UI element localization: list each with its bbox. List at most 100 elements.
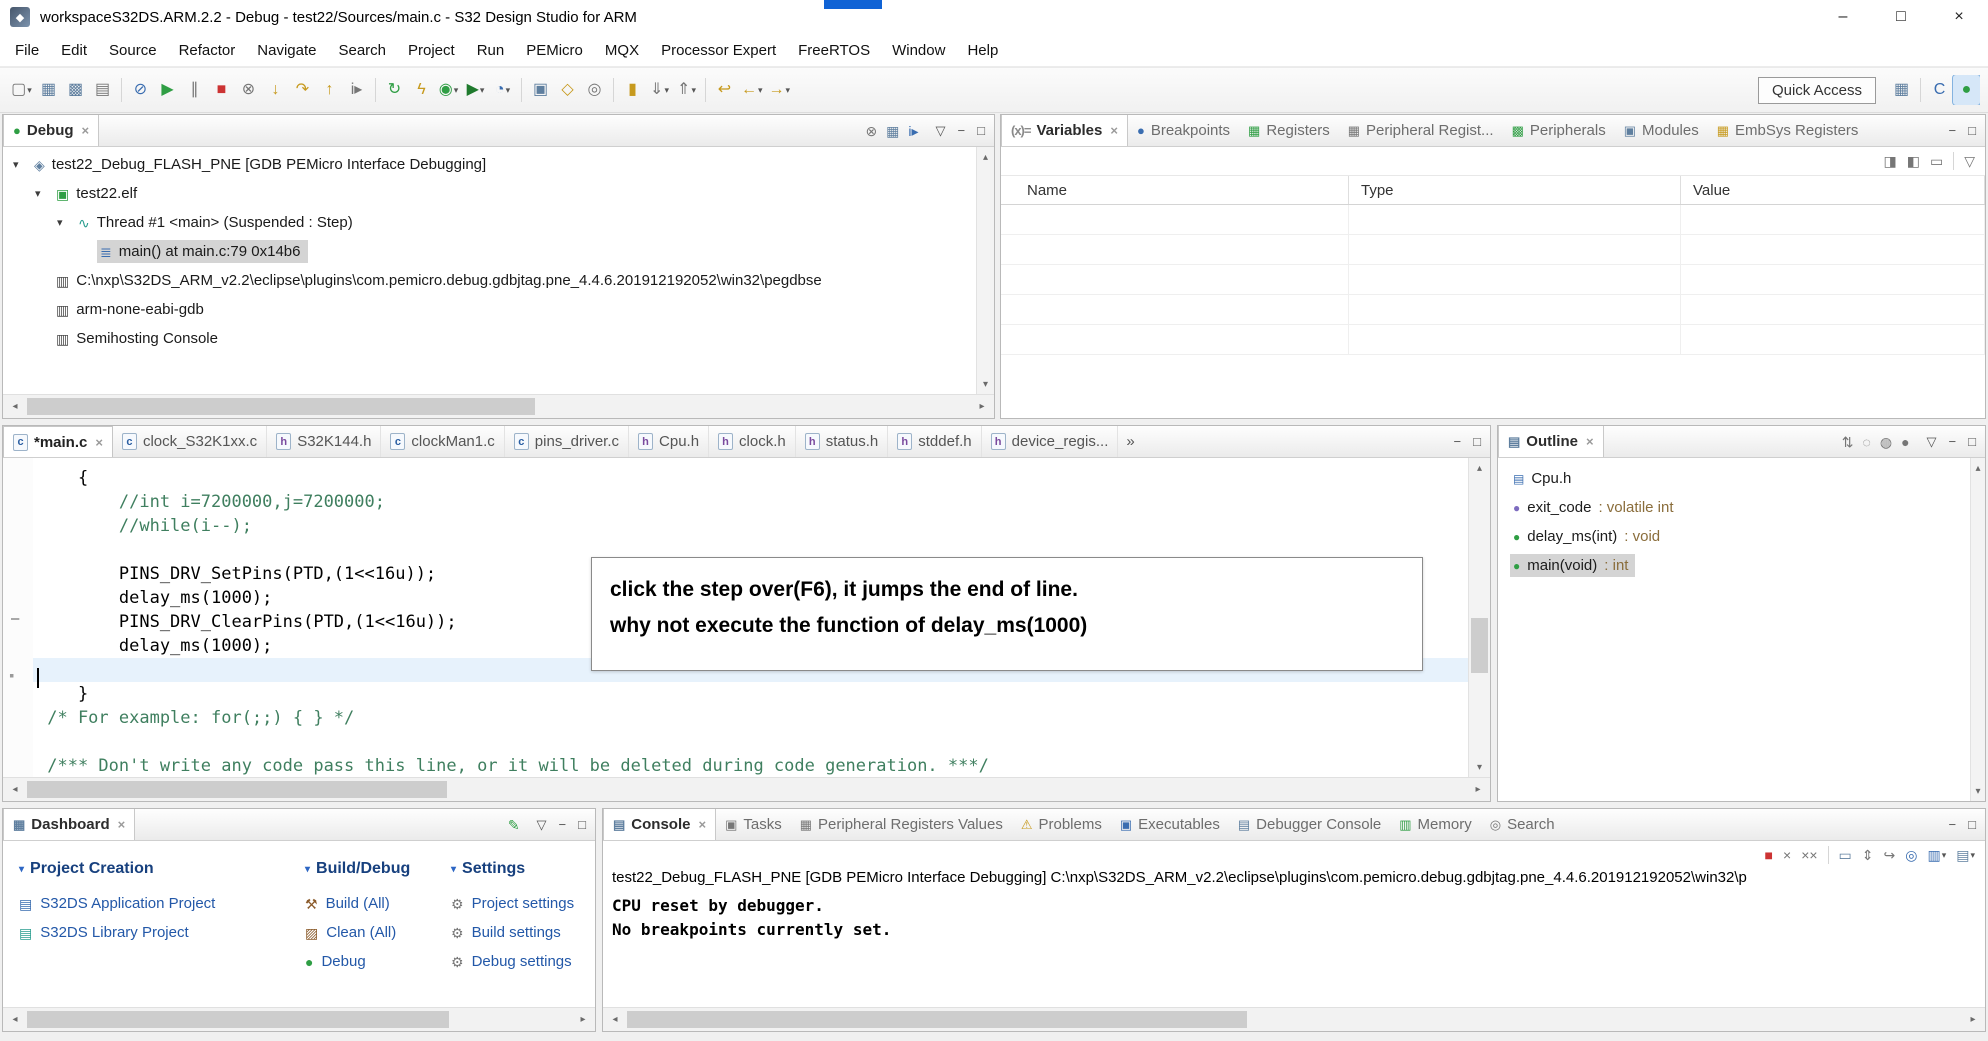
tree-item-semihosting-console[interactable]: ▥ Semihosting Console xyxy=(3,324,976,353)
step-return-icon[interactable]: ↑ xyxy=(316,75,343,105)
tree-item-stack-frame[interactable]: ≣ main() at main.c:79 0x14b6 xyxy=(3,237,976,266)
expand-arrow-icon[interactable]: ▾ xyxy=(57,216,75,229)
vertical-scrollbar[interactable]: ▴ ▾ xyxy=(1970,458,1985,801)
link-project-settings[interactable]: ⚙ Project settings xyxy=(451,889,593,918)
link-clean-all[interactable]: ▨ Clean (All) xyxy=(305,918,445,947)
scroll-down-icon[interactable]: ▾ xyxy=(1469,757,1490,777)
outline-item-delay-ms[interactable]: ● delay_ms(int) : void xyxy=(1498,522,1970,551)
close-icon[interactable]: × xyxy=(118,817,126,832)
maximize-button[interactable]: □ xyxy=(1473,435,1481,448)
show-logical-structures-icon[interactable]: ◧ xyxy=(1907,154,1920,168)
tab-registers[interactable]: ▦ Registers xyxy=(1239,115,1339,146)
tab-s32k144-h[interactable]: h S32K144.h xyxy=(267,426,382,457)
print-icon[interactable]: ▤ xyxy=(89,75,116,105)
tab-console[interactable]: ▤ Console × xyxy=(603,809,717,840)
scroll-thumb[interactable] xyxy=(1471,618,1488,673)
menu-item[interactable]: MQX xyxy=(594,42,650,59)
menu-item[interactable]: Processor Expert xyxy=(650,42,787,59)
scroll-thumb[interactable] xyxy=(27,781,447,798)
menu-item[interactable]: Source xyxy=(98,42,168,59)
dashboard-section-header[interactable]: ▾ Project Creation xyxy=(19,857,291,881)
tab-clockman1-c[interactable]: c clockMan1.c xyxy=(381,426,505,457)
minimize-button[interactable]: − xyxy=(1949,435,1957,448)
column-header-value[interactable]: Value xyxy=(1681,176,1985,204)
restart-icon[interactable]: ↻ xyxy=(381,75,408,105)
close-icon[interactable]: × xyxy=(95,435,103,450)
tree-item-launch-config[interactable]: ▾ ◈ test22_Debug_FLASH_PNE [GDB PEMicro … xyxy=(3,150,976,179)
menu-item[interactable]: Refactor xyxy=(168,42,247,59)
maximize-button[interactable]: □ xyxy=(1968,818,1976,831)
disconnect-icon[interactable]: ⊗ xyxy=(865,124,877,138)
tab-stddef-h[interactable]: h stddef.h xyxy=(888,426,982,457)
step-over-icon[interactable]: ↷ xyxy=(289,75,316,105)
mark-occurrences-icon[interactable]: ▮ xyxy=(619,75,646,105)
flash-programmer-icon[interactable]: ϟ xyxy=(408,75,435,105)
view-menu-button[interactable]: ▽ xyxy=(936,124,946,137)
tree-item-gdb[interactable]: ▥ arm-none-eabi-gdb xyxy=(3,295,976,324)
column-header-type[interactable]: Type xyxy=(1349,176,1681,204)
menu-item[interactable]: Search xyxy=(327,42,397,59)
scroll-right-icon[interactable]: ▸ xyxy=(571,1008,595,1031)
link-debug-settings[interactable]: ⚙ Debug settings xyxy=(451,947,593,976)
edit-dashboard-icon[interactable]: ✎ xyxy=(508,818,520,832)
expand-arrow-icon[interactable]: ▾ xyxy=(35,187,53,200)
link-build-settings[interactable]: ⚙ Build settings xyxy=(451,918,593,947)
menu-item[interactable]: Navigate xyxy=(246,42,327,59)
view-layout-icon[interactable]: ▦ xyxy=(886,124,899,138)
tab-problems[interactable]: ⚠ Problems xyxy=(1012,809,1111,840)
scroll-left-icon[interactable]: ◂ xyxy=(603,1008,627,1031)
scroll-thumb[interactable] xyxy=(27,398,535,415)
link-debug[interactable]: ● Debug xyxy=(305,947,445,976)
open-perspective-icon[interactable]: ▦ xyxy=(1888,75,1915,105)
open-element-icon[interactable]: ◇ xyxy=(554,75,581,105)
tab-peripheral-registers-values[interactable]: ▦ Peripheral Registers Values xyxy=(791,809,1012,840)
close-icon[interactable]: × xyxy=(82,123,90,138)
scroll-down-icon[interactable]: ▾ xyxy=(1971,781,1985,801)
tab-pins-driver-c[interactable]: c pins_driver.c xyxy=(505,426,630,457)
link-s32ds-library-project[interactable]: ▤ S32DS Library Project xyxy=(19,918,291,947)
minimize-button[interactable]: − xyxy=(1949,818,1957,831)
scroll-left-icon[interactable]: ◂ xyxy=(3,778,27,801)
hide-static-members-icon[interactable]: ◍ xyxy=(1880,435,1892,449)
scroll-right-icon[interactable]: ▸ xyxy=(1466,778,1490,801)
maximize-button[interactable]: □ xyxy=(1872,0,1930,34)
profile-launch-icon[interactable]: ◔ ▾ xyxy=(489,75,516,105)
tab-search[interactable]: ◎ Search xyxy=(1481,809,1564,840)
tab-device-registers-h[interactable]: h device_regis... xyxy=(982,426,1119,457)
scroll-up-icon[interactable]: ▴ xyxy=(1469,458,1490,478)
vertical-scrollbar[interactable]: ▴ ▾ xyxy=(976,147,994,394)
remove-all-terminated-icon[interactable]: ×× xyxy=(1801,848,1817,862)
expand-arrow-icon[interactable]: ▾ xyxy=(13,158,31,171)
debug-launch-icon[interactable]: ◉ ▾ xyxy=(435,75,462,105)
code-line[interactable]: //while(i--); xyxy=(33,514,1468,538)
scroll-right-icon[interactable]: ▸ xyxy=(970,395,994,418)
instruction-stepping-icon[interactable]: i▸ xyxy=(343,75,370,105)
menu-item[interactable]: Help xyxy=(956,42,1009,59)
dashboard-section-header[interactable]: ▾ Settings xyxy=(451,857,593,881)
tab-modules[interactable]: ▣ Modules xyxy=(1615,115,1708,146)
close-icon[interactable]: × xyxy=(1586,434,1594,449)
scroll-thumb[interactable] xyxy=(627,1011,1247,1028)
cpp-perspective-icon[interactable]: C xyxy=(1926,75,1953,105)
link-s32ds-application-project[interactable]: ▤ S32DS Application Project xyxy=(19,889,291,918)
menu-item[interactable]: Window xyxy=(881,42,956,59)
tab-executables[interactable]: ▣ Executables xyxy=(1111,809,1229,840)
new-cpp-project-icon[interactable]: ▣ xyxy=(527,75,554,105)
terminate-icon[interactable]: ■ xyxy=(1765,848,1773,862)
dashboard-section-header[interactable]: ▾ Build/Debug xyxy=(305,857,445,881)
horizontal-scrollbar[interactable]: ◂ ▸ xyxy=(3,777,1490,801)
menu-item[interactable]: FreeRTOS xyxy=(787,42,881,59)
minimize-button[interactable]: − xyxy=(958,124,966,137)
scroll-lock-icon[interactable]: ⇕ xyxy=(1862,848,1874,862)
next-annotation-icon[interactable]: ⇓ ▾ xyxy=(646,75,673,105)
debug-perspective-icon[interactable]: ● xyxy=(1952,75,1980,105)
collapse-all-icon[interactable]: ▭ xyxy=(1930,154,1943,168)
instruction-stepping-mode-icon[interactable]: i▸ xyxy=(908,124,918,138)
vertical-scrollbar[interactable]: ▴ ▾ xyxy=(1468,458,1490,777)
scroll-left-icon[interactable]: ◂ xyxy=(3,395,27,418)
tab-main-c[interactable]: c *main.c × xyxy=(3,426,113,457)
outline-item-main[interactable]: ● main(void) : int xyxy=(1498,551,1970,580)
save-all-icon[interactable]: ▩ xyxy=(62,75,89,105)
scroll-up-icon[interactable]: ▴ xyxy=(1971,458,1985,478)
column-header-name[interactable]: Name xyxy=(1001,176,1349,204)
